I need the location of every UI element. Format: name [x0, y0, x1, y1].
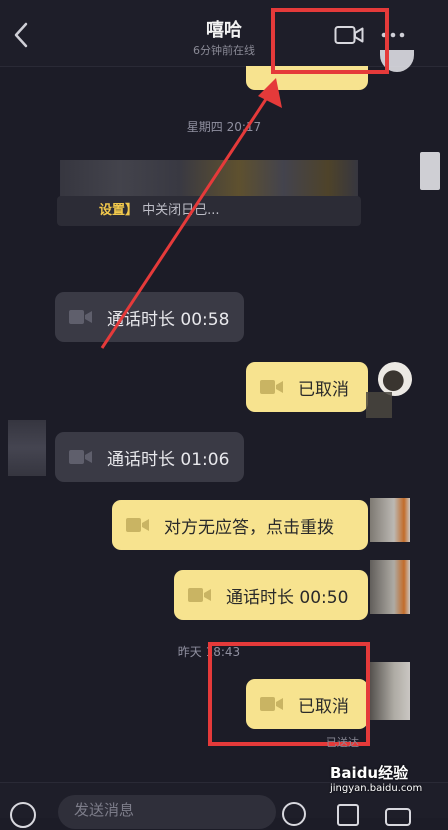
annotation-arrow: [100, 78, 282, 349]
call-duration-bubble[interactable]: 通话时长 00:50: [174, 570, 368, 620]
message-input[interactable]: 发送消息: [58, 795, 276, 829]
video-camera-icon: [260, 380, 283, 394]
call-duration-text: 通话时长 01:06: [107, 449, 230, 470]
avatar[interactable]: [370, 498, 410, 542]
baidu-jingyan-watermark: Baidu经验 jingyan.baidu.com: [330, 762, 448, 807]
video-camera-icon: [126, 518, 149, 532]
sent-status: 已送达: [326, 736, 359, 749]
no-answer-bubble[interactable]: 对方无应答，点击重拨: [112, 500, 368, 550]
cancelled-call-bubble[interactable]: 已取消: [246, 362, 368, 412]
avatar[interactable]: [370, 662, 410, 720]
avatar[interactable]: [370, 560, 410, 614]
avatar[interactable]: [378, 362, 412, 396]
emoji-icon[interactable]: [280, 800, 308, 828]
annotation-box-cancel: [208, 642, 370, 746]
watermark-brand: Baidu经验: [330, 764, 409, 782]
watermark-url: jingyan.baidu.com: [330, 783, 423, 794]
call-duration-text: 通话时长 00:50: [226, 587, 349, 608]
call-duration-bubble[interactable]: 通话时长 01:06: [55, 432, 244, 482]
scrollbar-thumb[interactable]: [420, 152, 440, 190]
video-camera-icon: [188, 588, 211, 602]
cancelled-text: 已取消: [298, 379, 349, 400]
avatar[interactable]: [8, 284, 46, 338]
video-camera-icon: [69, 450, 92, 464]
voice-icon[interactable]: [8, 800, 38, 830]
mosaic-block: [366, 392, 392, 418]
avatar[interactable]: [8, 420, 46, 476]
no-answer-text: 对方无应答，点击重拨: [164, 517, 334, 538]
